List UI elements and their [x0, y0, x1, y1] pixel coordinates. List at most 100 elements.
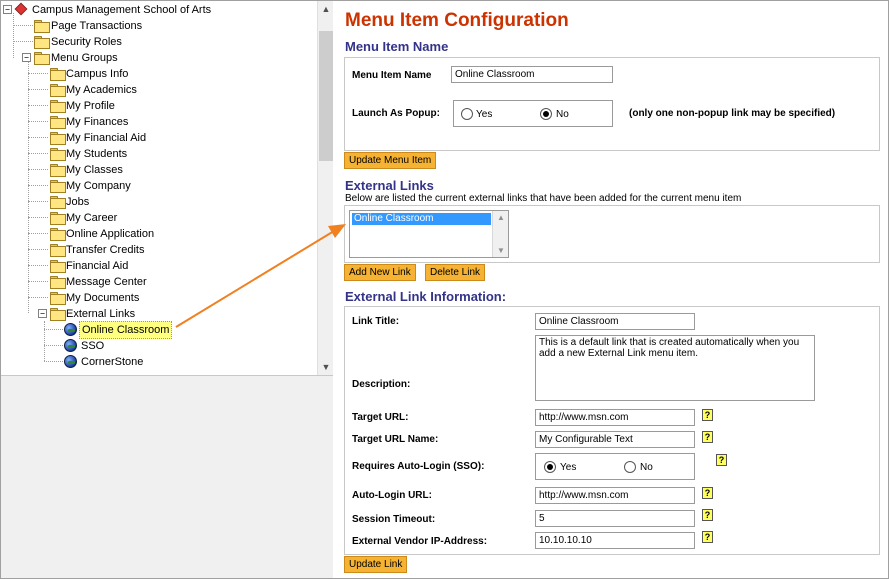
tree-connector [28, 297, 48, 298]
session-timeout-input[interactable]: 5 [535, 510, 695, 527]
auto-login-url-input[interactable]: http://www.msn.com [535, 487, 695, 504]
menu-item-box: Menu Item Name Online Classroom Launch A… [344, 57, 880, 151]
scroll-down-icon[interactable]: ▼ [318, 359, 334, 375]
add-new-link-button[interactable]: Add New Link [344, 264, 416, 281]
popup-yes-radio[interactable] [461, 108, 473, 120]
listbox-scrollbar[interactable]: ▲ ▼ [492, 211, 508, 257]
tree-connector [28, 169, 48, 170]
tree-connector [28, 265, 48, 266]
folder-icon [50, 164, 66, 177]
collapse-icon[interactable]: − [22, 53, 31, 62]
collapse-icon[interactable]: − [38, 309, 47, 318]
help-icon[interactable]: ? [702, 487, 713, 499]
link-title-input[interactable]: Online Classroom [535, 313, 695, 330]
menu-item-name-input[interactable]: Online Classroom [451, 66, 613, 83]
link-info-box: Link Title: Online Classroom Description… [344, 306, 880, 555]
description-textarea[interactable]: This is a default link that is created a… [535, 335, 815, 401]
tree-connector [28, 137, 48, 138]
tree-item-label: CornerStone [81, 356, 144, 368]
update-menu-item-button[interactable]: Update Menu Item [344, 152, 437, 169]
launch-popup-radio-group: Yes No [453, 100, 613, 127]
menu-item-name-label: Menu Item Name [352, 70, 432, 81]
link-title-label: Link Title: [352, 316, 400, 327]
section-title-menu-item-name: Menu Item Name [345, 39, 449, 54]
school-icon [14, 2, 28, 16]
tree-connector [28, 105, 48, 106]
delete-link-button[interactable]: Delete Link [425, 264, 486, 281]
help-icon[interactable]: ? [702, 409, 713, 421]
folder-open-icon [50, 308, 66, 321]
popup-no-label: No [556, 109, 569, 120]
folder-icon [50, 196, 66, 209]
page-title: Menu Item Configuration [345, 10, 569, 31]
popup-note: (only one non-popup link may be specifie… [629, 108, 836, 119]
scroll-up-icon[interactable]: ▲ [493, 213, 509, 222]
folder-icon [50, 180, 66, 193]
folder-icon [50, 212, 66, 225]
folder-icon [50, 68, 66, 81]
description-label: Description: [352, 379, 411, 390]
tree-connector [28, 185, 48, 186]
auto-login-no-label: No [640, 462, 653, 473]
folder-open-icon [34, 52, 50, 65]
folder-icon [34, 36, 50, 49]
target-url-name-input[interactable]: My Configurable Text [535, 431, 695, 448]
external-links-listbox[interactable]: Online Classroom ▲ ▼ [349, 210, 509, 258]
auto-login-radio-group: Yes No [535, 453, 695, 480]
globe-link-icon [64, 355, 77, 368]
tree-connector [28, 89, 48, 90]
folder-icon [50, 292, 66, 305]
vendor-ip-input[interactable]: 10.10.10.10 [535, 532, 695, 549]
popup-yes-label: Yes [476, 109, 493, 120]
collapse-icon[interactable]: − [3, 5, 12, 14]
tree-connector [28, 201, 48, 202]
scroll-down-icon[interactable]: ▼ [493, 246, 509, 255]
configuration-panel: Menu Item Configuration Menu Item Name M… [334, 1, 888, 578]
tree-connector [28, 73, 48, 74]
folder-icon [50, 148, 66, 161]
section-title-link-information: External Link Information: [345, 289, 507, 304]
globe-link-icon [64, 323, 77, 336]
popup-no-radio[interactable] [540, 108, 552, 120]
tree-connector [28, 153, 48, 154]
folder-icon [50, 116, 66, 129]
tree-connector [44, 321, 45, 361]
tree-connector [28, 233, 48, 234]
scroll-up-icon[interactable]: ▲ [318, 1, 334, 17]
external-links-box: Online Classroom ▲ ▼ [344, 205, 880, 263]
help-icon[interactable]: ? [702, 509, 713, 521]
update-link-button[interactable]: Update Link [344, 556, 408, 573]
target-url-input[interactable]: http://www.msn.com [535, 409, 695, 426]
folder-icon [50, 260, 66, 273]
navigation-tree-panel: − Campus Management School of Arts Page … [1, 1, 333, 578]
help-icon[interactable]: ? [702, 531, 713, 543]
folder-icon [50, 228, 66, 241]
session-timeout-label: Session Timeout: [352, 514, 436, 525]
tree-empty-area [1, 375, 333, 578]
folder-icon [50, 244, 66, 257]
tree-scrollbar[interactable]: ▲ ▼ [317, 1, 333, 375]
scroll-thumb[interactable] [319, 31, 333, 161]
target-url-name-label: Target URL Name: [352, 434, 439, 445]
auto-login-yes-radio[interactable] [544, 461, 556, 473]
auto-login-label: Requires Auto-Login (SSO): [352, 461, 485, 472]
tree-connector [28, 121, 48, 122]
tree-connector [28, 281, 48, 282]
auto-login-yes-label: Yes [560, 462, 577, 473]
external-links-description: Below are listed the current external li… [345, 193, 742, 204]
folder-icon [34, 20, 50, 33]
folder-icon [50, 100, 66, 113]
help-icon[interactable]: ? [716, 454, 727, 466]
tree-connector [13, 13, 14, 58]
tree-connector [28, 249, 48, 250]
globe-link-icon [64, 339, 77, 352]
target-url-label: Target URL: [352, 412, 409, 423]
section-title-external-links: External Links [345, 178, 434, 193]
folder-icon [50, 84, 66, 97]
external-link-option[interactable]: Online Classroom [352, 213, 491, 225]
help-icon[interactable]: ? [702, 431, 713, 443]
auto-login-no-radio[interactable] [624, 461, 636, 473]
tree-connector [28, 217, 48, 218]
launch-popup-label: Launch As Popup: [352, 108, 440, 119]
folder-icon [50, 132, 66, 145]
